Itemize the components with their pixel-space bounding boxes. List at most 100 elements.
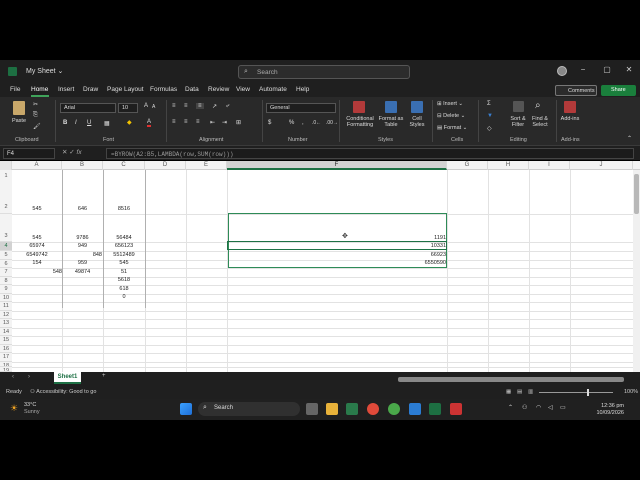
task-view-icon[interactable] — [306, 403, 318, 415]
accessibility-status[interactable]: ⚇ Accessibility: Good to go — [30, 389, 96, 395]
cut-icon[interactable]: ✂ — [33, 101, 38, 108]
file-explorer-icon[interactable] — [326, 403, 338, 415]
tab-formulas[interactable]: Formulas — [150, 86, 177, 93]
name-box[interactable]: F4 — [3, 148, 55, 159]
cell-a6[interactable]: 154 — [12, 260, 62, 266]
cell-b2[interactable]: 646 — [62, 206, 103, 212]
minimize-button[interactable]: − — [576, 65, 590, 74]
mail-icon[interactable] — [409, 403, 421, 415]
vertical-scroll-thumb[interactable] — [634, 174, 639, 214]
font-color-icon[interactable]: A — [147, 119, 152, 127]
decrease-indent-icon[interactable]: ⇤ — [210, 119, 215, 126]
tab-help[interactable]: Help — [296, 86, 309, 93]
tab-draw[interactable]: Draw — [83, 86, 98, 93]
row-header-3[interactable]: 3 — [0, 214, 12, 242]
sort-filter-button[interactable]: Sort & Filter — [507, 116, 529, 128]
cell-c10[interactable]: 0 — [103, 294, 145, 300]
sheet-tab-sheet1[interactable]: Sheet1 — [54, 372, 81, 384]
cell-f6[interactable]: 6550590 — [228, 260, 446, 266]
start-icon[interactable] — [180, 403, 192, 415]
tab-file[interactable]: File — [10, 86, 20, 93]
row-header-7[interactable]: 7 — [0, 268, 12, 277]
tray-overflow-icon[interactable]: ⌃ — [508, 404, 513, 411]
account-avatar[interactable] — [557, 66, 567, 76]
share-button[interactable]: Share — [601, 85, 636, 96]
underline-icon[interactable]: U — [87, 120, 91, 126]
row-header-12[interactable]: 12 — [0, 311, 12, 319]
conditional-formatting-button[interactable]: Conditional Formatting — [343, 116, 377, 128]
workbook-title[interactable]: My Sheet ⌄ — [26, 67, 63, 75]
format-painter-icon[interactable]: 🖌 — [33, 123, 41, 130]
fill-icon[interactable]: ▼ — [487, 113, 493, 119]
normal-view-icon[interactable]: ▦ — [506, 389, 511, 395]
column-header-d[interactable]: D — [145, 161, 186, 170]
row-header-5[interactable]: 5 — [0, 251, 12, 260]
row-header-14[interactable]: 14 — [0, 328, 12, 336]
font-size-dropdown[interactable]: 10 — [118, 103, 138, 113]
fill-color-icon[interactable]: ◆ — [127, 119, 132, 126]
decrease-decimal-icon[interactable]: .00→ — [326, 120, 338, 126]
tab-insert[interactable]: Insert — [58, 86, 74, 93]
prev-sheet-icon[interactable]: ‹ — [12, 374, 14, 380]
select-all-corner[interactable] — [0, 161, 12, 170]
cell-b7[interactable]: 49874 — [62, 269, 103, 275]
clear-icon[interactable]: ◇ — [487, 125, 492, 132]
row-header-8[interactable]: 8 — [0, 277, 12, 285]
number-format-dropdown[interactable]: General — [266, 103, 336, 113]
copy-icon[interactable]: ⎘ — [33, 112, 38, 119]
row-header-13[interactable]: 13 — [0, 319, 12, 328]
close-button[interactable]: ✕ — [622, 65, 636, 74]
zoom-slider-thumb[interactable] — [587, 389, 589, 396]
comma-style-icon[interactable]: , — [302, 120, 304, 126]
page-break-view-icon[interactable]: ▥ — [528, 389, 533, 395]
row-header-10[interactable]: 10 — [0, 294, 12, 302]
bold-icon[interactable]: B — [63, 120, 67, 126]
add-sheet-icon[interactable]: + — [102, 373, 106, 379]
cell-a2[interactable]: 545 — [12, 206, 62, 212]
tab-review[interactable]: Review — [208, 86, 229, 93]
cell-a4[interactable]: 65974 — [12, 243, 62, 249]
increase-decimal-icon[interactable]: .0← — [312, 120, 321, 126]
column-header-j[interactable]: J — [570, 161, 633, 170]
delete-cells-button[interactable]: ⊟ Delete ⌄ — [437, 113, 475, 119]
tab-data[interactable]: Data — [185, 86, 199, 93]
column-header-c[interactable]: C — [103, 161, 145, 170]
insert-cells-button[interactable]: ⊞ Insert ⌄ — [437, 101, 475, 107]
increase-font-icon[interactable]: A — [144, 103, 148, 109]
weather-temperature[interactable]: 33°C — [24, 402, 36, 408]
insert-function-icon[interactable]: fx — [77, 149, 82, 156]
cell-b6[interactable]: 959 — [62, 260, 103, 266]
format-cells-button[interactable]: ▤ Format ⌄ — [437, 125, 475, 131]
column-header-e[interactable]: E — [186, 161, 227, 170]
increase-indent-icon[interactable]: ⇥ — [222, 119, 227, 126]
clock-time[interactable]: 12:36 pm — [596, 403, 624, 409]
italic-icon[interactable]: I — [75, 120, 77, 126]
formula-input[interactable]: =BYROW(A2:B5,LAMBDA(row,SUM(row))) — [106, 148, 634, 159]
page-layout-view-icon[interactable]: ▤ — [517, 389, 522, 395]
column-header-b[interactable]: B — [62, 161, 103, 170]
cell-f5[interactable]: 66923 — [228, 252, 446, 258]
column-header-a[interactable]: A — [12, 161, 62, 170]
cell-b3[interactable]: 9786 — [62, 235, 103, 241]
cell-c6[interactable]: 545 — [103, 260, 145, 266]
collapse-ribbon-icon[interactable]: ⌃ — [627, 135, 632, 142]
next-sheet-icon[interactable]: › — [28, 374, 30, 380]
horizontal-scrollbar[interactable] — [398, 377, 624, 382]
orientation-icon[interactable]: ↗ — [212, 103, 217, 110]
network-tray-icon[interactable]: ⚇ — [522, 404, 527, 411]
column-header-i[interactable]: I — [529, 161, 570, 170]
accounting-format-icon[interactable]: $ — [268, 120, 271, 126]
chrome-icon[interactable] — [367, 403, 379, 415]
align-left-icon[interactable]: ≡ — [172, 119, 176, 125]
paste-button[interactable]: Paste — [9, 118, 29, 124]
cell-a3[interactable]: 545 — [12, 235, 62, 241]
column-header-f[interactable]: F — [227, 161, 447, 170]
merge-center-icon[interactable]: ⊞ — [236, 119, 241, 126]
weather-description[interactable]: Sunny — [24, 409, 40, 415]
app-taskbar-icon[interactable] — [450, 403, 462, 415]
row-header-16[interactable]: 16 — [0, 345, 12, 353]
cancel-formula-icon[interactable]: ✕ — [62, 149, 67, 156]
tab-page-layout[interactable]: Page Layout — [107, 86, 144, 93]
store-icon[interactable] — [346, 403, 358, 415]
row-header-2[interactable]: 2 — [0, 200, 12, 214]
